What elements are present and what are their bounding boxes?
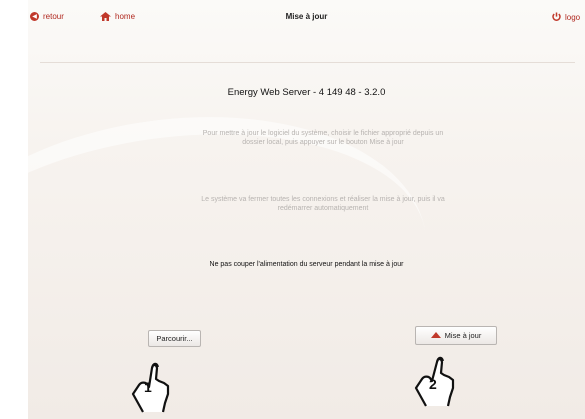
pointing-hand-callout-2: 2	[408, 342, 468, 407]
server-version-title: Energy Web Server - 4 149 48 - 3.2.0	[227, 87, 386, 98]
logout-label: logo	[565, 13, 581, 22]
instruction-line-1: Pour mettre à jour le logiciel du systèm…	[202, 130, 444, 137]
notice-line-2: redémarrer automatiquement	[277, 205, 369, 212]
header-divider	[40, 62, 575, 63]
power-warning: Ne pas couper l'alimentation du serveur …	[209, 261, 404, 268]
browse-file-button[interactable]: Parcourir...	[148, 330, 201, 347]
upload-arrow-icon	[430, 331, 441, 338]
notice-line-1: Le système va fermer toutes les connexio…	[201, 196, 445, 203]
pointing-hand-callout-1: 1	[125, 348, 185, 413]
update-page: ◀ retour home Mise à jour logo Energy We…	[28, 0, 585, 419]
step-number-2: 2	[429, 376, 437, 392]
page-title: Mise à jour	[285, 12, 328, 21]
restart-notice: Le système va fermer toutes les connexio…	[158, 195, 488, 213]
top-navigation-bar: ◀ retour home Mise à jour logo	[28, 0, 585, 36]
instruction-line-2: dossier local, puis appuyer sur le bouto…	[242, 139, 404, 146]
update-instructions: Pour mettre à jour le logiciel du systèm…	[158, 129, 488, 147]
step-number-1: 1	[144, 379, 152, 395]
update-button-label: Mise à jour	[444, 331, 482, 340]
power-icon	[552, 12, 561, 23]
logout-link[interactable]: logo	[552, 12, 580, 23]
